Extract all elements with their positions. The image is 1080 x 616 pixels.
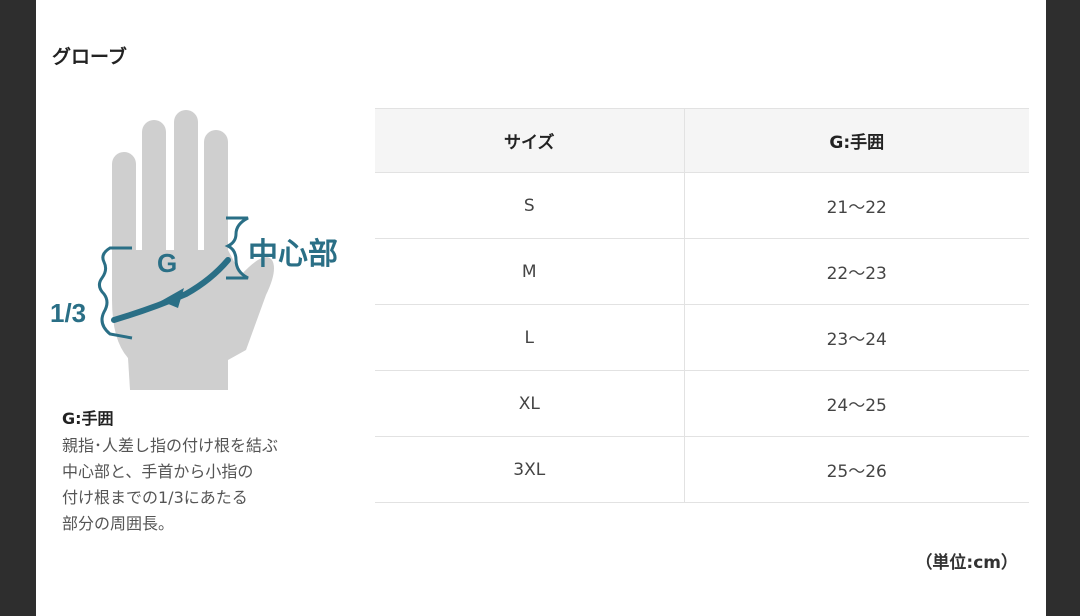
- size-guide-modal: グローブ G 中心部 1/3 G:手囲 親指･人差し指の付け根を結ぶ 中心部と、…: [36, 0, 1046, 616]
- girth-cell: 24～25: [684, 370, 1029, 437]
- girth-cell: 22～23: [684, 238, 1029, 305]
- girth-cell: 25～26: [684, 436, 1029, 503]
- glove-measurement-diagram: G 中心部 1/3: [50, 110, 338, 390]
- header-size: サイズ: [375, 108, 685, 173]
- table-row: M 22～23: [375, 238, 1029, 305]
- size-cell: S: [375, 172, 685, 239]
- description-title: G:手囲: [62, 409, 114, 428]
- size-cell: L: [375, 304, 685, 371]
- size-cell: XL: [375, 370, 685, 437]
- table-row: XL 24～25: [375, 370, 1029, 437]
- size-cell: 3XL: [375, 436, 685, 503]
- table-row: 3XL 25～26: [375, 436, 1029, 503]
- description-line: 付け根までの1/3にあたる: [62, 488, 248, 507]
- modal-title: グローブ: [52, 46, 127, 68]
- measurement-description: G:手囲 親指･人差し指の付け根を結ぶ 中心部と、手首から小指の 付け根までの1…: [62, 405, 362, 537]
- description-body: 親指･人差し指の付け根を結ぶ 中心部と、手首から小指の 付け根までの1/3にあた…: [62, 433, 362, 537]
- table-row: L 23～24: [375, 304, 1029, 371]
- description-line: 中心部と、手首から小指の: [62, 462, 254, 481]
- size-cell: M: [375, 238, 685, 305]
- header-hand-girth: G:手囲: [684, 108, 1029, 173]
- unit-note: （単位:cm）: [915, 553, 1018, 573]
- girth-cell: 23～24: [684, 304, 1029, 371]
- backdrop-right: [1046, 0, 1080, 616]
- description-line: 部分の周囲長。: [62, 514, 175, 533]
- girth-cell: 21～22: [684, 172, 1029, 239]
- diagram-label-g: G: [157, 248, 177, 278]
- diagram-label-third: 1/3: [50, 298, 86, 328]
- description-line: 親指･人差し指の付け根を結ぶ: [62, 436, 279, 455]
- size-table: サイズ G:手囲 S 21～22 M 22～23 L 23～24 XL 24～2…: [375, 108, 1029, 503]
- table-header-row: サイズ G:手囲: [375, 108, 1029, 173]
- table-row: S 21～22: [375, 172, 1029, 239]
- diagram-label-center: 中心部: [248, 237, 338, 271]
- backdrop-left: [0, 0, 36, 616]
